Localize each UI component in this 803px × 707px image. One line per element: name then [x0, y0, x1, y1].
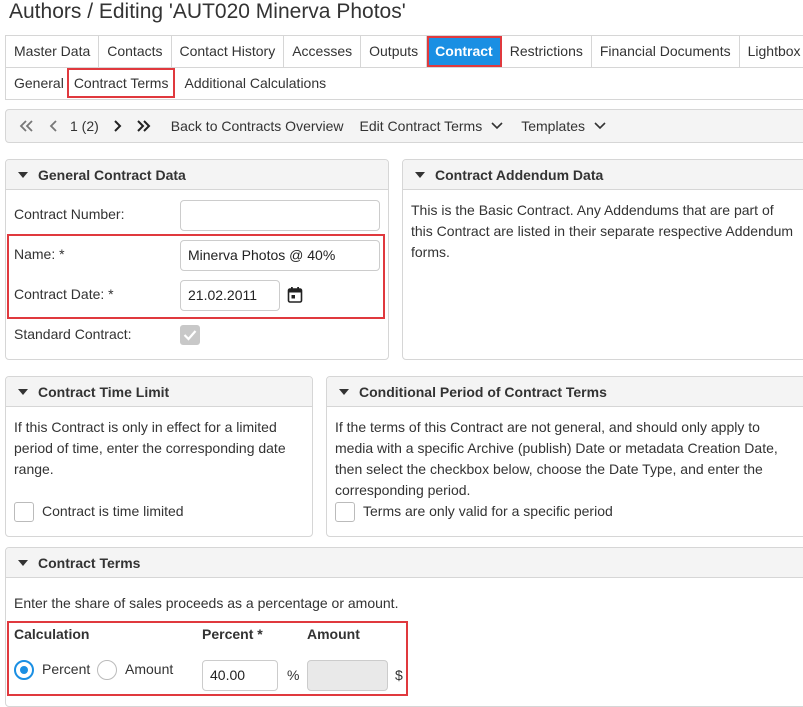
- percent-radio[interactable]: [14, 660, 34, 680]
- specific-period-label: Terms are only valid for a specific peri…: [363, 503, 613, 519]
- name-label: Name: *: [14, 246, 65, 262]
- percent-radio-label: Percent: [42, 661, 91, 677]
- caret-down-icon: [18, 559, 28, 566]
- back-to-contracts-button[interactable]: Back to Contracts Overview: [171, 118, 344, 134]
- caret-down-icon: [18, 388, 28, 395]
- name-input[interactable]: Minerva Photos @ 40%: [180, 240, 380, 271]
- time-limit-text: If this Contract is only in effect for a…: [14, 419, 286, 477]
- standard-contract-label: Standard Contract:: [14, 326, 132, 342]
- tab-contact-history[interactable]: Contact History: [172, 36, 285, 67]
- contract-date-input[interactable]: 21.02.2011: [180, 280, 280, 311]
- contract-terms-panel: Contract Terms: [5, 547, 803, 707]
- conditional-period-text: If the terms of this Contract are not ge…: [335, 419, 778, 498]
- calendar-icon[interactable]: [287, 286, 303, 307]
- next-record-button[interactable]: [113, 119, 123, 133]
- tab-accesses[interactable]: Accesses: [284, 36, 362, 67]
- tab-master-data[interactable]: Master Data: [6, 36, 100, 67]
- tab-contacts[interactable]: Contacts: [99, 36, 172, 67]
- amount-radio[interactable]: [97, 660, 117, 680]
- panel-title: Contract Time Limit: [38, 383, 170, 400]
- general-contract-header[interactable]: General Contract Data: [6, 160, 388, 190]
- amount-column-header: Amount: [307, 626, 360, 642]
- standard-contract-checkbox: [180, 325, 200, 345]
- conditional-period-header[interactable]: Conditional Period of Contract Terms: [327, 377, 803, 407]
- tab-financial-documents[interactable]: Financial Documents: [592, 36, 740, 67]
- main-tabs: Master Data Contacts Contact History Acc…: [5, 35, 803, 68]
- amount-input: [307, 660, 388, 691]
- tab-lightbox[interactable]: Lightbox: [740, 36, 803, 67]
- panel-title: General Contract Data: [38, 166, 186, 183]
- caret-down-icon: [339, 388, 349, 395]
- calculation-column-header: Calculation: [14, 626, 90, 642]
- sub-tabs: General Contract Terms Additional Calcul…: [5, 67, 803, 100]
- subtab-general[interactable]: General: [6, 69, 72, 97]
- contract-terms-intro: Enter the share of sales proceeds as a p…: [14, 595, 399, 611]
- previous-record-button[interactable]: [48, 119, 58, 133]
- contract-number-input[interactable]: [180, 200, 380, 231]
- contract-terms-header[interactable]: Contract Terms: [6, 548, 803, 578]
- chevron-down-icon: [491, 122, 503, 130]
- caret-down-icon: [415, 171, 425, 178]
- chevron-right-icon: [114, 120, 122, 132]
- time-limited-checkbox[interactable]: [14, 502, 34, 522]
- caret-down-icon: [18, 171, 28, 178]
- templates-menu[interactable]: Templates: [521, 118, 606, 134]
- contract-number-label: Contract Number:: [14, 206, 125, 222]
- panel-title: Conditional Period of Contract Terms: [359, 383, 607, 400]
- checkmark-icon: [183, 330, 197, 341]
- contract-date-label: Contract Date: *: [14, 286, 114, 302]
- tab-restrictions[interactable]: Restrictions: [502, 36, 592, 67]
- tab-contract[interactable]: Contract: [427, 36, 502, 67]
- toolbar: 1 (2) Back to Contracts Overview Edit Co…: [5, 109, 803, 143]
- edit-contract-terms-menu[interactable]: Edit Contract Terms: [360, 118, 504, 134]
- percent-unit: %: [287, 667, 300, 683]
- tab-outputs[interactable]: Outputs: [361, 36, 428, 67]
- amount-radio-label: Amount: [125, 661, 174, 677]
- addendum-text: This is the Basic Contract. Any Addendum…: [411, 202, 794, 260]
- chevron-left-icon: [49, 120, 57, 132]
- addendum-panel: Contract Addendum Data This is the Basic…: [402, 159, 803, 360]
- time-limited-label: Contract is time limited: [42, 503, 184, 519]
- subtab-additional-calculations[interactable]: Additional Calculations: [176, 69, 334, 97]
- last-record-button[interactable]: [136, 119, 152, 133]
- first-record-button[interactable]: [18, 119, 34, 133]
- percent-input[interactable]: 40.00: [202, 660, 278, 691]
- double-chevron-left-icon: [19, 120, 33, 132]
- specific-period-checkbox[interactable]: [335, 502, 355, 522]
- record-pager: 1 (2): [70, 118, 99, 134]
- percent-column-header: Percent *: [202, 626, 263, 642]
- amount-unit: $: [395, 667, 403, 683]
- addendum-header[interactable]: Contract Addendum Data: [403, 160, 803, 190]
- panel-title: Contract Terms: [38, 554, 141, 571]
- page-title: Authors / Editing 'AUT020 Minerva Photos…: [9, 0, 406, 23]
- panel-title: Contract Addendum Data: [435, 166, 604, 183]
- subtab-contract-terms[interactable]: Contract Terms: [66, 68, 176, 98]
- edit-contract-terms-label: Edit Contract Terms: [359, 118, 483, 134]
- time-limit-header[interactable]: Contract Time Limit: [6, 377, 312, 407]
- chevron-down-icon: [594, 122, 606, 130]
- templates-label: Templates: [521, 118, 586, 134]
- double-chevron-right-icon: [137, 120, 151, 132]
